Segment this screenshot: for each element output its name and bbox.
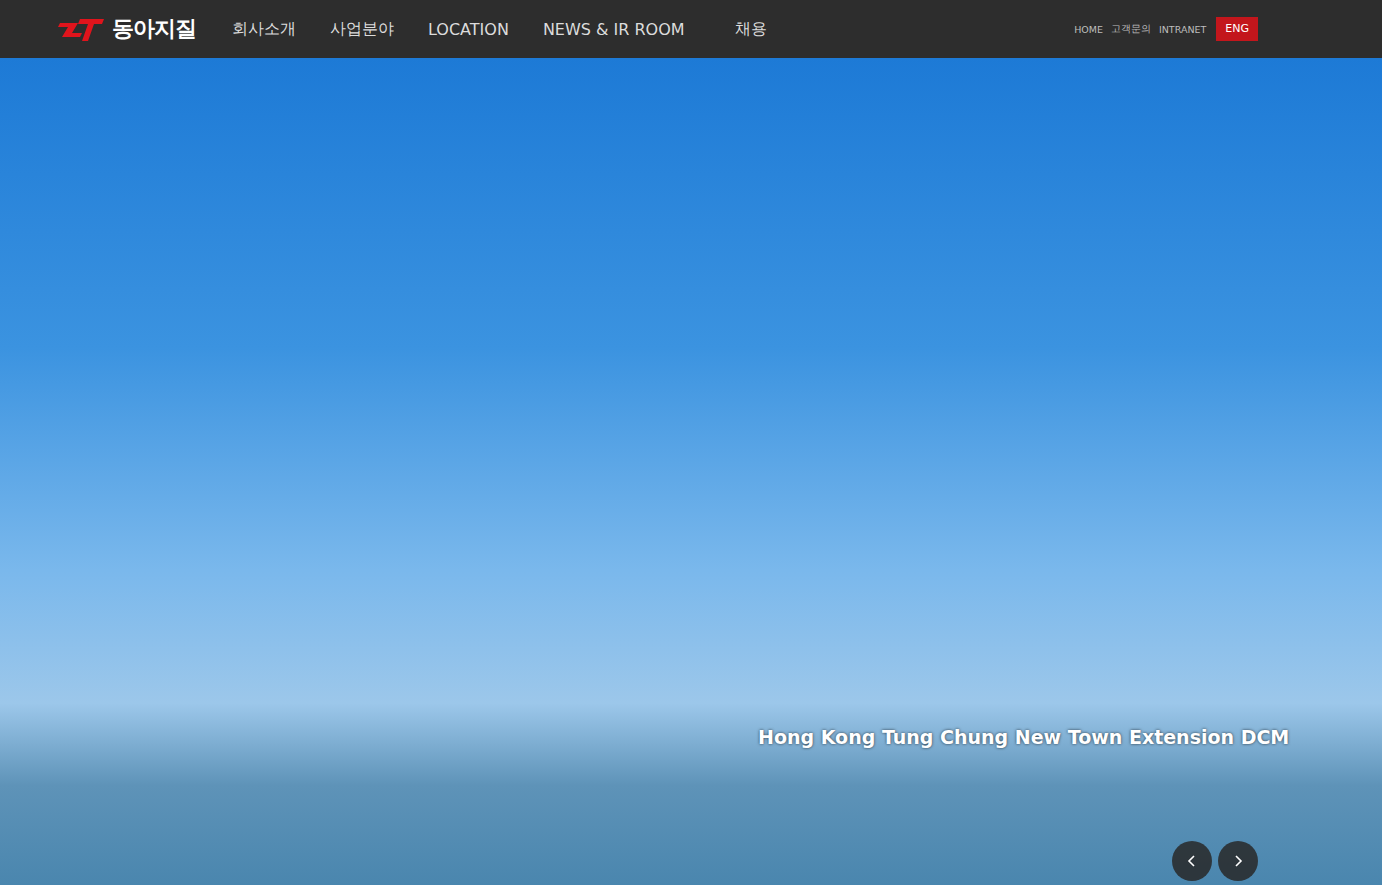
logo-mark-icon bbox=[58, 15, 106, 43]
language-button[interactable]: ENG bbox=[1216, 17, 1258, 41]
main-menu: 회사소개 사업분야 LOCATION NEWS & IR ROOM 채용 bbox=[232, 19, 767, 40]
top-header: 동아지질 회사소개 사업분야 LOCATION NEWS & IR ROOM 채용 HO… bbox=[0, 0, 1382, 58]
menu-item[interactable]: 채용 bbox=[735, 19, 767, 40]
utility-link[interactable]: INTRANET bbox=[1159, 24, 1206, 35]
hero-slider: Hong Kong Tung Chung New Town Extension … bbox=[0, 58, 1382, 885]
prev-button[interactable] bbox=[1172, 841, 1212, 881]
logo[interactable]: 동아지질 bbox=[58, 14, 196, 44]
chevron-left-icon bbox=[1185, 854, 1199, 868]
slider-controls bbox=[1172, 841, 1258, 881]
menu-item[interactable]: 사업분야 bbox=[330, 19, 394, 40]
chevron-right-icon bbox=[1231, 854, 1245, 868]
logo-text: 동아지질 bbox=[112, 14, 196, 44]
slide-caption: Hong Kong Tung Chung New Town Extension … bbox=[758, 726, 1289, 748]
utility-links: HOME 고객문의 INTRANET ENG bbox=[1074, 17, 1258, 41]
menu-item[interactable]: 회사소개 bbox=[232, 19, 296, 40]
menu-item[interactable]: LOCATION bbox=[428, 20, 509, 39]
utility-link[interactable]: HOME bbox=[1074, 24, 1103, 35]
next-button[interactable] bbox=[1218, 841, 1258, 881]
utility-link[interactable]: 고객문의 bbox=[1111, 23, 1151, 36]
menu-item[interactable]: NEWS & IR ROOM bbox=[543, 20, 685, 39]
